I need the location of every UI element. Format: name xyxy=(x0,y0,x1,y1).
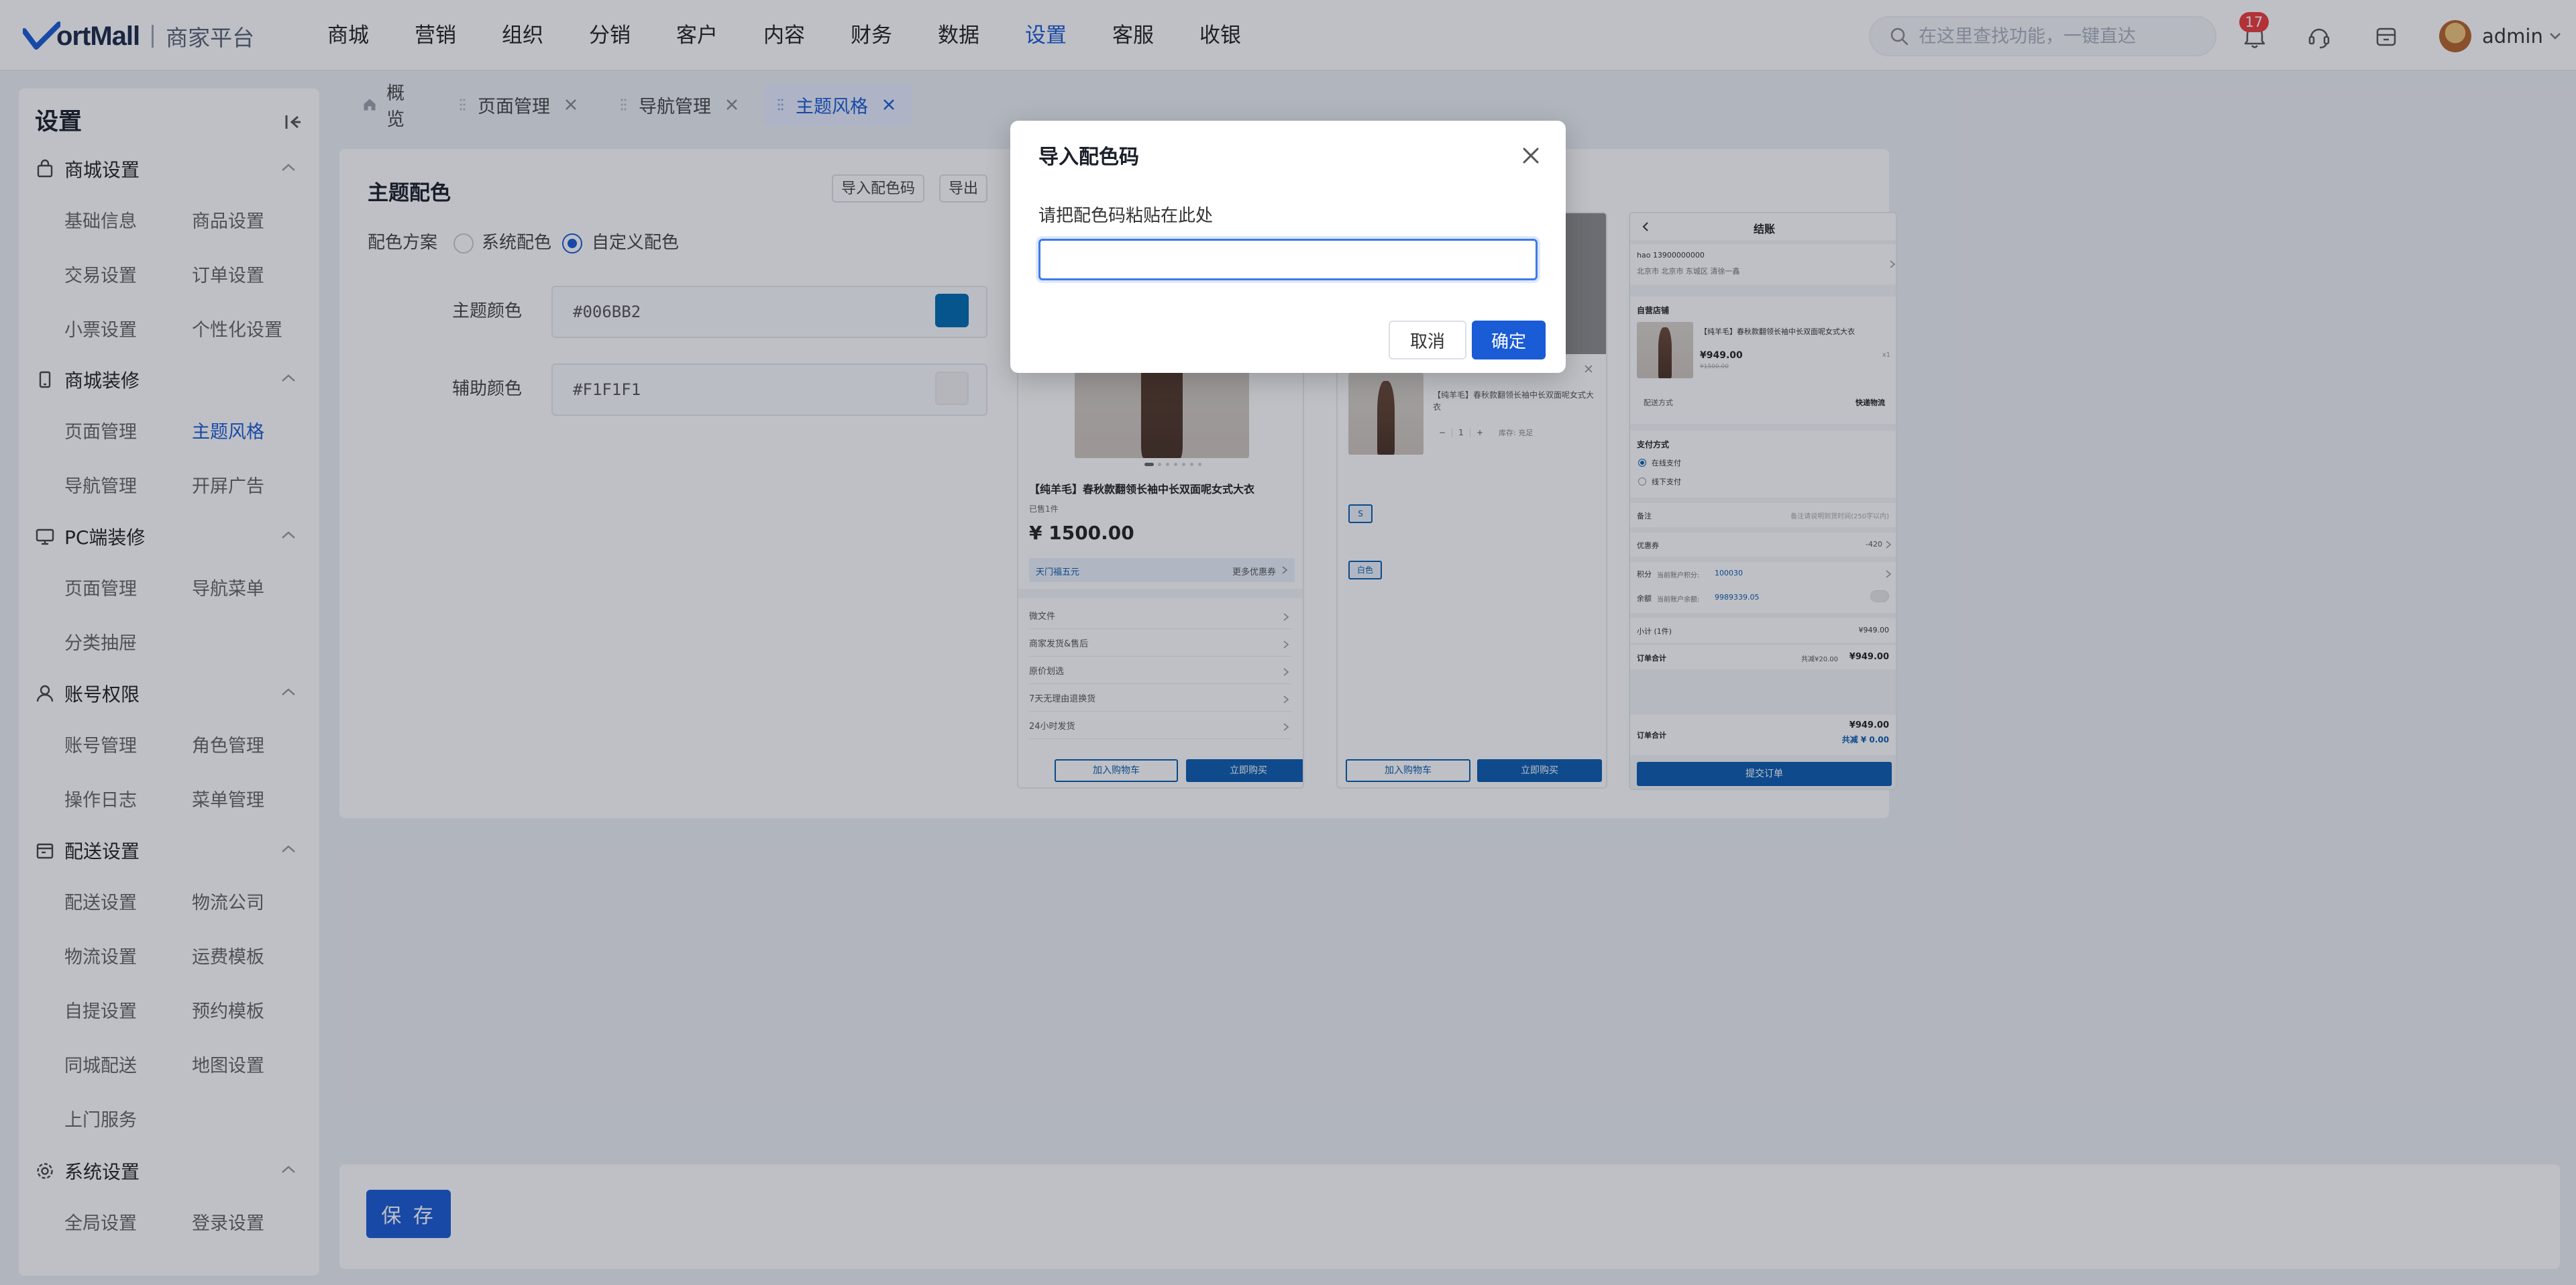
confirm-button[interactable]: 确定 xyxy=(1472,321,1546,359)
dialog-label: 请把配色码粘贴在此处 xyxy=(1038,206,1214,226)
color-code-input[interactable] xyxy=(1038,239,1538,280)
dialog-title: 导入配色码 xyxy=(1038,146,1139,169)
import-color-code-dialog: 导入配色码 请把配色码粘贴在此处 取消 确定 xyxy=(1010,121,1566,373)
cancel-button[interactable]: 取消 xyxy=(1389,321,1466,359)
close-icon[interactable] xyxy=(1516,141,1546,170)
